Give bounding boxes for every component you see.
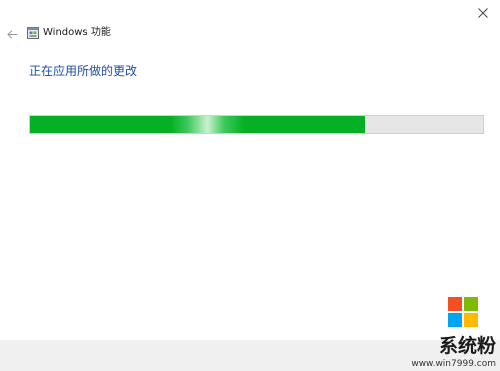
windows-features-icon: [27, 27, 39, 39]
windows-features-dialog: Windows 功能 正在应用所做的更改 系统粉 www.win7999.com: [0, 0, 500, 371]
close-icon: [478, 8, 488, 18]
window-title: Windows 功能: [43, 27, 111, 38]
windows-logo-icon: [448, 297, 478, 327]
progress-bar-fill: [30, 116, 366, 133]
logo-tile-red: [448, 297, 462, 311]
close-button[interactable]: [466, 0, 500, 26]
progress-bar: [29, 115, 484, 134]
back-button[interactable]: [2, 25, 22, 43]
logo-tile-green: [464, 297, 478, 311]
arrow-left-icon: [6, 29, 17, 39]
logo-tile-blue: [448, 313, 462, 327]
watermark-url: www.win7999.com: [411, 359, 496, 369]
logo-tile-yellow: [464, 313, 478, 327]
status-heading: 正在应用所做的更改: [29, 64, 138, 78]
watermark-brand: 系统粉: [438, 335, 496, 357]
